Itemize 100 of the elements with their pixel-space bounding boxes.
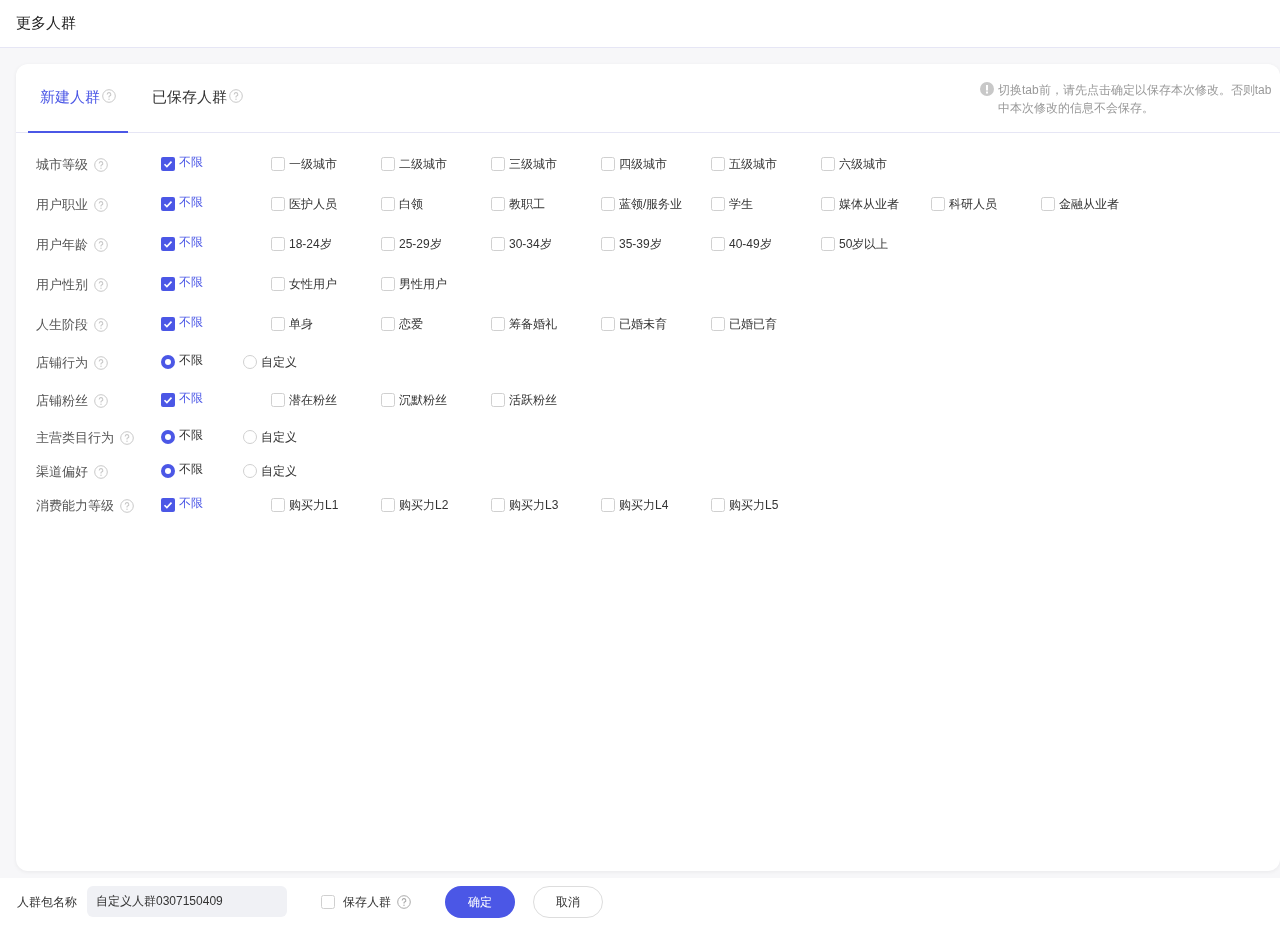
- option-label: 不限: [179, 426, 203, 444]
- checkbox[interactable]: [711, 156, 725, 171]
- filter-label: 人生阶段: [36, 316, 88, 335]
- option-label: 筹备婚礼: [509, 315, 557, 333]
- checkbox[interactable]: [381, 196, 395, 211]
- checkbox[interactable]: [711, 236, 725, 251]
- radio-button[interactable]: [243, 354, 257, 369]
- option-label: 潜在粉丝: [289, 391, 337, 409]
- checkbox[interactable]: [491, 497, 505, 512]
- checkbox[interactable]: [161, 276, 175, 291]
- option-label: 不限: [179, 460, 203, 478]
- option-label: 已婚未育: [619, 315, 667, 333]
- radio-button[interactable]: [243, 463, 257, 478]
- option-label: 一级城市: [289, 155, 337, 173]
- exclamation-icon: [980, 82, 994, 96]
- radio-button[interactable]: [243, 429, 257, 444]
- option-label: 已婚已育: [729, 315, 777, 333]
- option-label: 18-24岁: [289, 235, 332, 253]
- checkbox[interactable]: [271, 316, 285, 331]
- checkbox[interactable]: [1041, 196, 1055, 211]
- option-label: 不限: [179, 233, 203, 251]
- option-label: 自定义: [261, 462, 297, 480]
- checkbox[interactable]: [271, 156, 285, 171]
- option-label: 25-29岁: [399, 235, 442, 253]
- checkbox[interactable]: [271, 196, 285, 211]
- checkbox[interactable]: [381, 156, 395, 171]
- checkbox[interactable]: [161, 156, 175, 171]
- option-label: 购买力L1: [289, 496, 339, 514]
- checkbox[interactable]: [601, 236, 615, 251]
- checkbox[interactable]: [491, 156, 505, 171]
- checkbox[interactable]: [601, 156, 615, 171]
- checkbox[interactable]: [821, 236, 835, 251]
- option-label: 购买力L4: [619, 496, 669, 514]
- option-label: 白领: [399, 195, 423, 213]
- filter-label: 城市等级: [36, 156, 88, 175]
- option-label: 30-34岁: [509, 235, 552, 253]
- checkbox[interactable]: [821, 196, 835, 211]
- checkbox[interactable]: [381, 236, 395, 251]
- radio-button[interactable]: [161, 463, 175, 478]
- option-label: 恋爱: [399, 315, 423, 333]
- checkbox[interactable]: [491, 196, 505, 211]
- checkbox[interactable]: [601, 316, 615, 331]
- tab[interactable]: 已保存人群: [152, 86, 227, 109]
- confirm-button[interactable]: 确定: [445, 885, 515, 918]
- checkbox[interactable]: [321, 894, 335, 909]
- option-label: 男性用户: [399, 275, 447, 293]
- help-icon: [94, 465, 108, 479]
- checkbox[interactable]: [271, 392, 285, 407]
- option-label: 购买力L2: [399, 496, 449, 514]
- checkbox[interactable]: [381, 392, 395, 407]
- tab[interactable]: 新建人群: [40, 86, 100, 109]
- option-label: 50岁以上: [839, 235, 889, 253]
- filter-label: 渠道偏好: [36, 463, 88, 482]
- checkbox-label: 保存人群: [343, 893, 391, 911]
- checkbox[interactable]: [161, 392, 175, 407]
- checkbox[interactable]: [161, 316, 175, 331]
- name-input-field[interactable]: 自定义人群0307150409: [87, 886, 287, 917]
- help-icon: [94, 198, 108, 212]
- option-label: 四级城市: [619, 155, 667, 173]
- option-label: 不限: [179, 193, 203, 211]
- checkbox[interactable]: [931, 196, 945, 211]
- checkbox[interactable]: [271, 276, 285, 291]
- option-label: 自定义: [261, 353, 297, 371]
- option-label: 教职工: [509, 195, 545, 213]
- option-label: 蓝领/服务业: [619, 195, 683, 213]
- checkbox[interactable]: [491, 392, 505, 407]
- help-icon: [94, 158, 108, 172]
- option-label: 女性用户: [289, 275, 337, 293]
- page-title: 更多人群: [16, 13, 76, 34]
- checkbox[interactable]: [381, 276, 395, 291]
- checkbox[interactable]: [381, 316, 395, 331]
- checkbox[interactable]: [491, 316, 505, 331]
- radio-button[interactable]: [161, 429, 175, 444]
- help-icon: [397, 894, 411, 909]
- checkbox[interactable]: [271, 497, 285, 512]
- cancel-button[interactable]: 取消: [533, 885, 603, 918]
- checkbox[interactable]: [491, 236, 505, 251]
- checkbox[interactable]: [601, 196, 615, 211]
- option-label: 二级城市: [399, 155, 447, 173]
- notice-text: 切换tab前，请先点击确定以保存本次修改。否则tab中本次修改的信息不会保存。: [998, 82, 1273, 117]
- checkbox[interactable]: [711, 497, 725, 512]
- option-label: 不限: [179, 494, 203, 512]
- checkbox[interactable]: [711, 316, 725, 331]
- help-icon: [94, 238, 108, 252]
- filter-label: 用户年龄: [36, 236, 88, 255]
- checkbox[interactable]: [711, 196, 725, 211]
- filter-label: 消费能力等级: [36, 497, 114, 516]
- checkbox[interactable]: [271, 236, 285, 251]
- option-label: 活跃粉丝: [509, 391, 557, 409]
- checkbox[interactable]: [601, 497, 615, 512]
- option-label: 不限: [179, 273, 203, 291]
- checkbox[interactable]: [381, 497, 395, 512]
- checkbox[interactable]: [161, 236, 175, 251]
- checkbox[interactable]: [161, 497, 175, 512]
- checkbox[interactable]: [161, 196, 175, 211]
- help-icon: [120, 431, 134, 445]
- checkbox[interactable]: [821, 156, 835, 171]
- radio-button[interactable]: [161, 354, 175, 369]
- option-label: 不限: [179, 351, 203, 369]
- option-label: 40-49岁: [729, 235, 772, 253]
